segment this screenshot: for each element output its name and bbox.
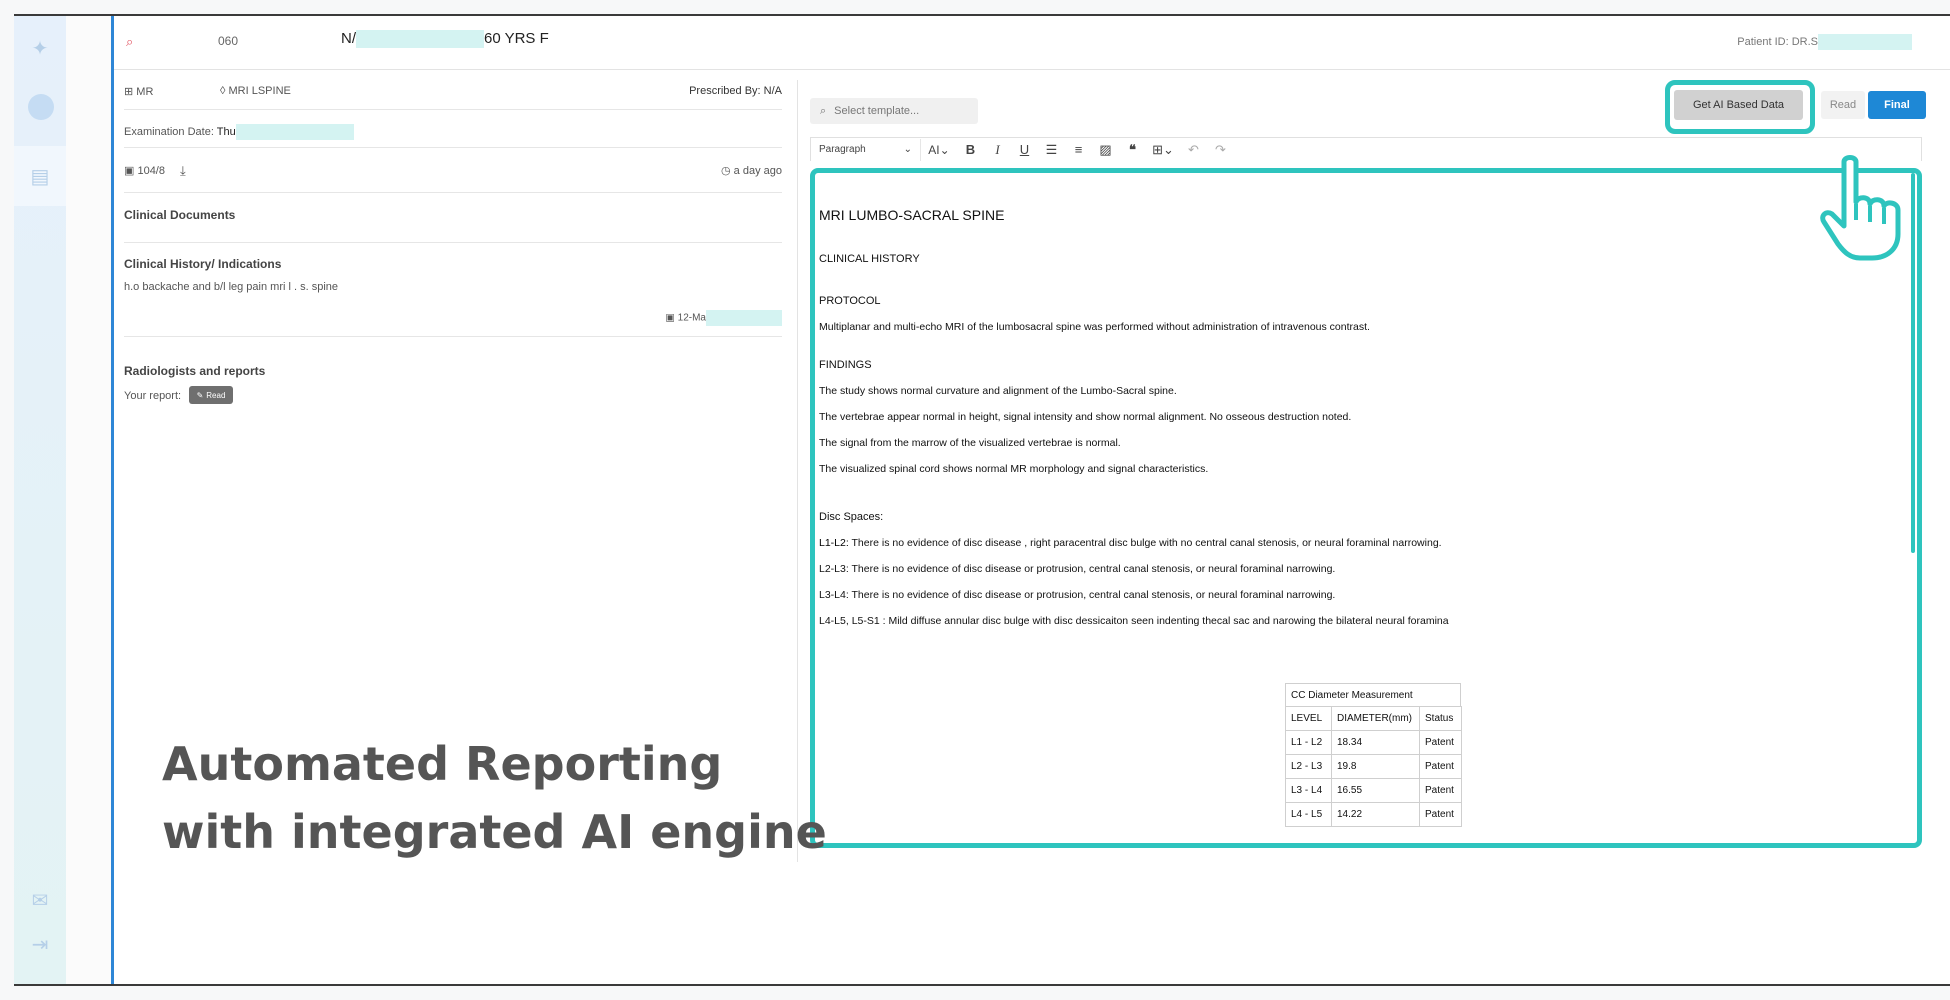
table-header: Status bbox=[1419, 706, 1462, 731]
logout-icon[interactable]: ⇥ bbox=[26, 930, 54, 958]
image-icon[interactable]: ▨ bbox=[1092, 139, 1119, 161]
prescribed-by: Prescribed By: N/A bbox=[689, 85, 782, 97]
undo-icon[interactable]: ↶ bbox=[1180, 139, 1207, 161]
quote-icon[interactable]: ❝ bbox=[1119, 139, 1146, 161]
final-button[interactable]: Final bbox=[1868, 91, 1926, 119]
exam-date-row: Examination Date: Thu bbox=[124, 110, 782, 148]
table-row: L3 - L4 16.55 Patent bbox=[1285, 778, 1462, 803]
patient-header: ⌕ 060 N/60 YRS F Patient ID: DR.S bbox=[114, 16, 1950, 70]
clinical-history-heading: CLINICAL HISTORY bbox=[819, 253, 920, 265]
bold-icon[interactable]: B bbox=[957, 139, 984, 161]
table-cell: L4 - L5 bbox=[1285, 802, 1332, 827]
history-date: ▣ 12-Ma bbox=[665, 310, 782, 326]
table-header: DIAMETER(mm) bbox=[1331, 706, 1420, 731]
patient-name: N/60 YRS F bbox=[341, 30, 549, 49]
report-editor[interactable]: MRI LUMBO-SACRAL SPINE CLINICAL HISTORY … bbox=[810, 168, 1922, 848]
table-row: L2 - L3 19.8 Patent bbox=[1285, 754, 1462, 779]
disc-space-line: L3-L4: There is no evidence of disc dise… bbox=[819, 589, 1336, 601]
table-cell: 16.55 bbox=[1331, 778, 1420, 803]
disc-space-line: L2-L3: There is no evidence of disc dise… bbox=[819, 563, 1336, 575]
get-ai-data-button[interactable]: Get AI Based Data bbox=[1674, 90, 1803, 120]
cc-table-caption: CC Diameter Measurement bbox=[1285, 683, 1461, 707]
paragraph-select[interactable]: Paragraph ⌄ bbox=[811, 138, 921, 161]
background-list-strip bbox=[66, 16, 112, 984]
logo-icon[interactable]: ✦ bbox=[26, 34, 54, 62]
redo-icon[interactable]: ↷ bbox=[1207, 139, 1234, 161]
redaction bbox=[1818, 34, 1912, 50]
exam-date: Examination Date: Thu bbox=[124, 124, 354, 140]
table-header: LEVEL bbox=[1285, 706, 1332, 731]
table-cell: L3 - L4 bbox=[1285, 778, 1332, 803]
body-part: ◊ MRI LSPINE bbox=[220, 85, 291, 97]
table-cell: Patent bbox=[1419, 778, 1462, 803]
download-icon[interactable]: ⤓ bbox=[180, 163, 186, 179]
protocol-text: Multiplanar and multi-echo MRI of the lu… bbox=[819, 321, 1370, 333]
patient-id: Patient ID: DR.S bbox=[1737, 34, 1912, 50]
table-cell: 19.8 bbox=[1331, 754, 1420, 779]
table-cell: Patent bbox=[1419, 754, 1462, 779]
finding-line: The signal from the marrow of the visual… bbox=[819, 437, 1121, 449]
redaction bbox=[235, 124, 354, 140]
report-title: MRI LUMBO-SACRAL SPINE bbox=[819, 207, 1005, 223]
clipboard-icon: ▤ bbox=[30, 165, 50, 188]
report-status-chip[interactable]: ✎ Read bbox=[189, 386, 233, 404]
italic-icon[interactable]: I bbox=[984, 139, 1011, 161]
redaction bbox=[706, 310, 782, 326]
search-icon[interactable]: ⌕ bbox=[126, 34, 133, 50]
cc-diameter-table: LEVEL DIAMETER(mm) Status L1 - L2 18.34 … bbox=[1285, 706, 1462, 827]
finding-line: The study shows normal curvature and ali… bbox=[819, 385, 1177, 397]
last-updated: ◷ a day ago bbox=[721, 165, 782, 177]
images-row: ▣ 104/8 ⤓ ◷ a day ago bbox=[124, 148, 782, 193]
app-sidebar: ✦ ▤ ✉ ⇥ bbox=[14, 16, 66, 984]
promo-caption: Automated Reporting with integrated AI e… bbox=[162, 730, 827, 866]
disc-space-line: L1-L2: There is no evidence of disc dise… bbox=[819, 537, 1442, 549]
template-select[interactable]: ⌕ Select template... bbox=[810, 98, 978, 124]
images-count[interactable]: ▣ 104/8 bbox=[124, 164, 165, 177]
read-button[interactable]: Read bbox=[1821, 91, 1865, 119]
editor-toolbar: Paragraph ⌄ AI ⌄ B I U ☰ ≡ ▨ ❝ ⊞⌄ ↶ ↷ bbox=[810, 137, 1922, 161]
clinical-history-row: Clinical History/ Indications h.o backac… bbox=[124, 243, 782, 337]
disc-space-line: L4-L5, L5-S1 : Mild diffuse annular disc… bbox=[819, 615, 1449, 627]
table-cell: L2 - L3 bbox=[1285, 754, 1332, 779]
table-cell: L1 - L2 bbox=[1285, 730, 1332, 755]
table-cell: Patent bbox=[1419, 802, 1462, 827]
table-icon[interactable]: ⊞⌄ bbox=[1146, 139, 1180, 161]
findings-heading: FINDINGS bbox=[819, 359, 872, 371]
radiologists-title: Radiologists and reports bbox=[124, 364, 266, 378]
pointing-hand-icon bbox=[1820, 155, 1901, 261]
patient-code: 060 bbox=[218, 34, 239, 48]
search-icon: ⌕ bbox=[820, 104, 827, 117]
table-row: L4 - L5 14.22 Patent bbox=[1285, 802, 1462, 827]
pencil-icon: ✎ bbox=[196, 390, 204, 400]
clinical-documents-row: Clinical Documents bbox=[124, 193, 782, 243]
promo-line: with integrated AI engine bbox=[162, 805, 827, 859]
study-info-column: ⊞ MR ◊ MRI LSPINE Prescribed By: N/A Exa… bbox=[124, 70, 782, 404]
sidebar-active-item[interactable]: ▤ bbox=[14, 146, 66, 206]
clinical-history-title: Clinical History/ Indications bbox=[124, 257, 282, 271]
bulleted-list-icon[interactable]: ☰ bbox=[1038, 139, 1065, 161]
study-meta-row: ⊞ MR ◊ MRI LSPINE Prescribed By: N/A bbox=[124, 70, 782, 110]
table-row: L1 - L2 18.34 Patent bbox=[1285, 730, 1462, 755]
redaction bbox=[356, 30, 484, 49]
protocol-heading: PROTOCOL bbox=[819, 295, 881, 307]
avatar[interactable] bbox=[28, 94, 54, 120]
disc-spaces-heading: Disc Spaces: bbox=[819, 511, 884, 523]
table-cell: 14.22 bbox=[1331, 802, 1420, 827]
table-cell: 18.34 bbox=[1331, 730, 1420, 755]
frame-bottom-border bbox=[14, 984, 1950, 986]
your-report-label: Your report: bbox=[124, 390, 182, 402]
table-header-row: LEVEL DIAMETER(mm) Status bbox=[1285, 706, 1462, 731]
mail-icon[interactable]: ✉ bbox=[26, 886, 54, 914]
table-cell: Patent bbox=[1419, 730, 1462, 755]
chevron-down-icon: ⌄ bbox=[903, 144, 912, 155]
finding-line: The vertebrae appear normal in height, s… bbox=[819, 411, 1352, 423]
clinical-history-text: h.o backache and b/l leg pain mri l . s.… bbox=[124, 281, 339, 293]
finding-line: The visualized spinal cord shows normal … bbox=[819, 463, 1209, 475]
underline-icon[interactable]: U bbox=[1011, 139, 1038, 161]
numbered-list-icon[interactable]: ≡ bbox=[1065, 139, 1092, 161]
modality: ⊞ MR bbox=[124, 86, 154, 98]
font-size-button[interactable]: AI ⌄ bbox=[921, 139, 957, 161]
promo-line: Automated Reporting bbox=[162, 737, 723, 791]
clinical-documents-title: Clinical Documents bbox=[124, 208, 236, 222]
